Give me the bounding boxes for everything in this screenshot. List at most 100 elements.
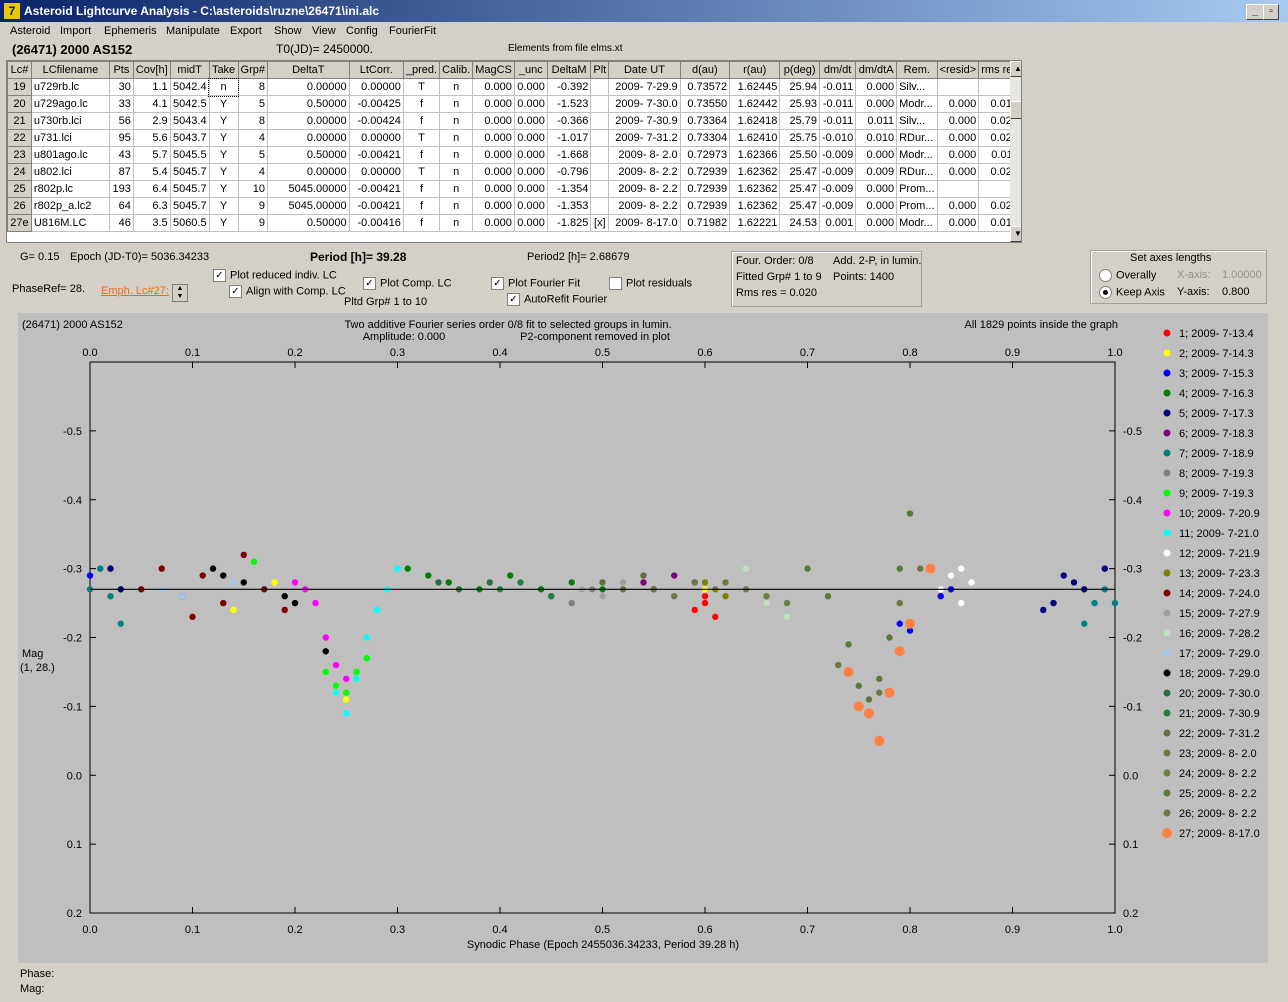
- keep-axis-radio[interactable]: Keep Axis: [1099, 286, 1165, 299]
- table-row[interactable]: 19 u729rb.lc 30 1.1 5042.4 n 8 0.00000 0.00000 Tn…: [7, 77, 1021, 97]
- column-header[interactable]: MagCS: [472, 61, 515, 79]
- column-header[interactable]: Grp#: [237, 61, 268, 79]
- table-cell[interactable]: [590, 129, 610, 147]
- table-cell[interactable]: 5.4: [132, 163, 171, 181]
- table-cell[interactable]: 1.62366: [729, 146, 781, 164]
- table-cell[interactable]: 5045.7: [169, 197, 210, 215]
- table-cell[interactable]: 0.000: [855, 95, 898, 113]
- table-cell[interactable]: 8: [237, 78, 268, 96]
- table-cell[interactable]: 87: [108, 163, 134, 181]
- table-cell[interactable]: Y: [208, 146, 239, 164]
- table-cell[interactable]: 0.009: [855, 163, 898, 181]
- table-cell[interactable]: 6.3: [132, 197, 171, 215]
- table-cell[interactable]: 0.72939: [679, 163, 731, 181]
- table-cell[interactable]: 25.47: [779, 197, 820, 215]
- table-cell[interactable]: 0.000: [513, 197, 548, 215]
- table-cell[interactable]: 0.000: [855, 180, 898, 198]
- table-row[interactable]: 24 u802.lci 87 5.4 5045.7 Y 4 0.00000 0.00000 Tn 0…: [7, 163, 1021, 181]
- table-cell[interactable]: -0.010: [818, 129, 857, 147]
- table-cell[interactable]: Prom...: [896, 197, 938, 215]
- table-cell[interactable]: T: [402, 78, 441, 96]
- table-cell[interactable]: [x]: [590, 214, 610, 232]
- table-cell[interactable]: 5: [237, 146, 268, 164]
- column-header[interactable]: Date UT: [608, 61, 681, 79]
- table-cell[interactable]: 30: [108, 78, 134, 96]
- table-cell[interactable]: n: [208, 77, 240, 97]
- menu-export[interactable]: Export: [230, 25, 262, 37]
- column-header[interactable]: p(deg): [779, 61, 820, 79]
- table-cell[interactable]: 0.73364: [679, 112, 731, 130]
- table-cell[interactable]: -0.00416: [348, 214, 404, 232]
- grid-scrollbar[interactable]: ▲ ▼: [1010, 61, 1021, 242]
- table-cell[interactable]: 0.000: [855, 146, 898, 164]
- table-cell[interactable]: -0.009: [818, 180, 857, 198]
- table-cell[interactable]: n: [439, 129, 474, 147]
- table-cell[interactable]: n: [439, 180, 474, 198]
- table-cell[interactable]: f: [402, 146, 441, 164]
- table-cell[interactable]: Modr...: [896, 214, 938, 232]
- table-cell[interactable]: u802.lci: [30, 163, 110, 181]
- table-cell[interactable]: n: [439, 197, 474, 215]
- table-cell[interactable]: 5060.5: [169, 214, 210, 232]
- table-cell[interactable]: 0.000: [513, 112, 548, 130]
- table-cell[interactable]: -1.353: [546, 197, 592, 215]
- table-cell[interactable]: -0.00421: [348, 146, 404, 164]
- table-cell[interactable]: -0.366: [546, 112, 592, 130]
- table-cell[interactable]: 0.000: [472, 180, 515, 198]
- table-cell[interactable]: 0.000: [936, 197, 980, 215]
- table-cell[interactable]: 21: [7, 112, 32, 130]
- table-cell[interactable]: Y: [208, 112, 239, 130]
- table-cell[interactable]: -1.017: [546, 129, 592, 147]
- table-cell[interactable]: 0.000: [936, 112, 980, 130]
- table-cell[interactable]: 25.47: [779, 180, 820, 198]
- table-cell[interactable]: 0.000: [472, 78, 515, 96]
- table-cell[interactable]: 2009- 8- 2.2: [608, 180, 681, 198]
- table-cell[interactable]: 0.50000: [266, 95, 350, 113]
- table-cell[interactable]: Modr...: [896, 95, 938, 113]
- align-comp-checkbox[interactable]: ✓ Align with Comp. LC: [229, 285, 346, 298]
- table-cell[interactable]: 23: [7, 146, 32, 164]
- table-cell[interactable]: 3.5: [132, 214, 171, 232]
- table-cell[interactable]: 5042.5: [169, 95, 210, 113]
- table-cell[interactable]: -1.668: [546, 146, 592, 164]
- table-cell[interactable]: 0.50000: [266, 146, 350, 164]
- table-cell[interactable]: 6.4: [132, 180, 171, 198]
- table-cell[interactable]: 0.000: [855, 78, 898, 96]
- table-cell[interactable]: [590, 78, 610, 96]
- table-cell[interactable]: 0.000: [472, 112, 515, 130]
- table-cell[interactable]: -0.00424: [348, 112, 404, 130]
- table-cell[interactable]: -0.011: [818, 112, 857, 130]
- table-cell[interactable]: n: [439, 112, 474, 130]
- table-cell[interactable]: -1.523: [546, 95, 592, 113]
- table-cell[interactable]: f: [402, 197, 441, 215]
- menu-asteroid[interactable]: Asteroid: [10, 25, 50, 37]
- table-cell[interactable]: Silv...: [896, 112, 938, 130]
- table-cell[interactable]: 0.00000: [266, 163, 350, 181]
- table-cell[interactable]: 46: [108, 214, 134, 232]
- spin-up-icon[interactable]: ▲: [173, 285, 187, 293]
- table-cell[interactable]: -0.011: [818, 95, 857, 113]
- table-cell[interactable]: 0.73550: [679, 95, 731, 113]
- table-cell[interactable]: n: [439, 146, 474, 164]
- column-header[interactable]: _pred.: [402, 61, 441, 79]
- table-cell[interactable]: [590, 197, 610, 215]
- table-cell[interactable]: 0.00000: [348, 163, 404, 181]
- table-cell[interactable]: 2009- 8-17.0: [608, 214, 681, 232]
- table-cell[interactable]: 0.000: [472, 163, 515, 181]
- table-cell[interactable]: 25.93: [779, 95, 820, 113]
- menu-show[interactable]: Show: [274, 25, 302, 37]
- table-cell[interactable]: 1.62221: [729, 214, 781, 232]
- menu-import[interactable]: Import: [60, 25, 91, 37]
- table-row[interactable]: 21 u730rb.lci 56 2.9 5043.4 Y 8 0.00000 -0.00424…: [7, 112, 1021, 130]
- table-row[interactable]: 27e U816M.LC 46 3.5 5060.5 Y 9 0.50000 -0.00416 f…: [7, 214, 1021, 232]
- column-header[interactable]: Lc#: [7, 61, 32, 79]
- table-cell[interactable]: 0.000: [513, 180, 548, 198]
- table-cell[interactable]: [590, 146, 610, 164]
- maximize-button[interactable]: ▫: [1263, 4, 1279, 20]
- table-cell[interactable]: r802p.lc: [30, 180, 110, 198]
- table-cell[interactable]: RDur...: [896, 129, 938, 147]
- table-cell[interactable]: [936, 78, 980, 96]
- table-cell[interactable]: 1.62418: [729, 112, 781, 130]
- table-cell[interactable]: 0.000: [513, 214, 548, 232]
- table-cell[interactable]: 0.000: [472, 214, 515, 232]
